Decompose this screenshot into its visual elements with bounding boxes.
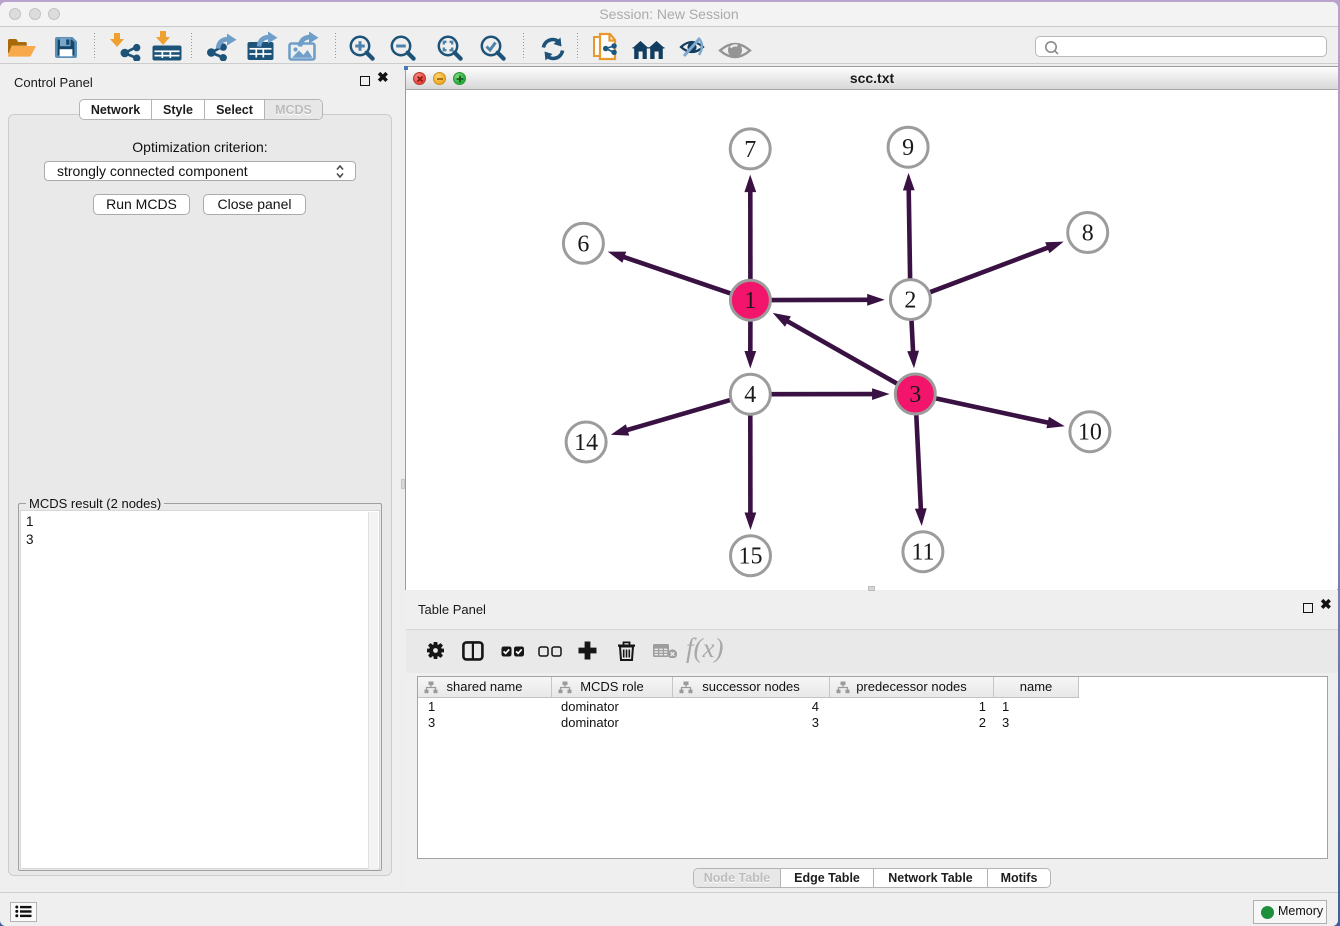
svg-text:4: 4 xyxy=(744,382,756,408)
svg-text:10: 10 xyxy=(1078,420,1102,446)
svg-text:2: 2 xyxy=(904,288,916,314)
svg-text:11: 11 xyxy=(911,540,934,566)
svg-text:3: 3 xyxy=(909,382,921,408)
svg-text:7: 7 xyxy=(744,137,756,163)
svg-text:9: 9 xyxy=(902,135,914,161)
svg-text:1: 1 xyxy=(744,288,756,314)
svg-text:14: 14 xyxy=(574,430,598,456)
svg-text:6: 6 xyxy=(577,231,589,257)
svg-text:15: 15 xyxy=(739,544,763,570)
svg-text:8: 8 xyxy=(1082,221,1094,247)
